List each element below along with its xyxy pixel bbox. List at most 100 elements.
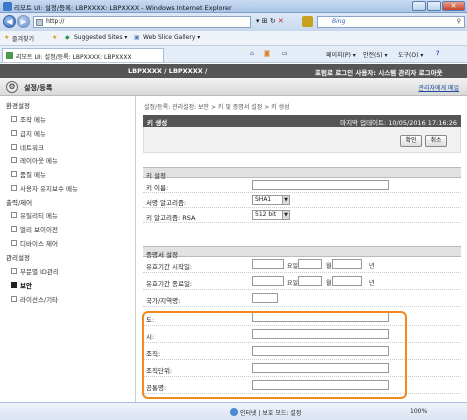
- sidebar-item-layout[interactable]: 레이아웃 메뉴: [11, 155, 58, 165]
- favorites-bar: ★ 즐겨찾기 ★ ◆ Suggested Sites ▾ ▣ Web Slice…: [0, 31, 467, 46]
- key-length-select[interactable]: 512 bit ▼: [252, 210, 290, 220]
- mail-admin-link[interactable]: 관리자에게 메일: [418, 83, 459, 92]
- unit-month: 월: [326, 280, 332, 287]
- suggested-sites-link[interactable]: Suggested Sites ▾: [74, 34, 127, 41]
- address-toolbar: ◀ ▶ http:// ▾ ⊞ ↻ ✕ Bing ⚲: [0, 13, 467, 31]
- city-label: 시:: [146, 333, 155, 341]
- ok-button[interactable]: 확인: [400, 135, 422, 147]
- tab-bar: 리모트 UI: 설정/등록: LBPXXXX: LBPXXXX ⌂ ◙ ▭ 페이…: [0, 46, 467, 63]
- favorites-star-icon: ★: [4, 34, 10, 41]
- suggested-sites-icon: ◆: [65, 34, 70, 41]
- key-name-input[interactable]: [252, 180, 389, 190]
- button-bar: 확인 취소: [143, 127, 461, 153]
- start-day-input[interactable]: [252, 259, 284, 269]
- help-menu[interactable]: ?: [436, 50, 439, 57]
- search-placeholder: Bing: [332, 18, 346, 25]
- org-input[interactable]: [252, 346, 389, 356]
- page-menu[interactable]: 페이지(P) ▾: [326, 50, 356, 59]
- window-title: 리모트 UI: 설정/등록: LBPXXXX: LBPXXXX - Window…: [14, 4, 232, 12]
- cancel-button[interactable]: 취소: [425, 135, 447, 147]
- favorites-button[interactable]: 즐겨찾기: [12, 34, 34, 43]
- org-unit-label: 조직단위:: [146, 367, 173, 375]
- search-input[interactable]: Bing ⚲: [317, 16, 465, 28]
- org-label: 조직:: [146, 350, 161, 358]
- key-settings-header: 키 설정: [143, 167, 461, 180]
- end-day-input[interactable]: [252, 276, 284, 286]
- tab-favicon: [6, 52, 13, 59]
- unit-day: 요일: [287, 263, 299, 270]
- sidebar-item-operation[interactable]: 조작 메뉴: [11, 114, 46, 124]
- home-icon[interactable]: ⌂: [250, 50, 254, 57]
- user-info[interactable]: 포럼로 로그인 사용자: 시스템 관리자 로그아웃: [315, 67, 443, 77]
- common-name-input[interactable]: [252, 380, 389, 390]
- common-name-label: 공통명:: [146, 384, 167, 392]
- state-row: 도:: [143, 310, 461, 326]
- section-title: 설정/등록: [24, 84, 53, 92]
- sidebar-item-utility[interactable]: 유틸리티 메뉴: [11, 210, 58, 220]
- state-label: 도:: [146, 316, 155, 324]
- tab-title: 리모트 UI: 설정/등록: LBPXXXX: LBPXXXX: [16, 54, 132, 61]
- org-unit-input[interactable]: [252, 363, 389, 373]
- print-icon[interactable]: ▭: [282, 50, 288, 57]
- city-input[interactable]: [252, 329, 389, 339]
- start-unused-input[interactable]: [298, 259, 322, 269]
- safety-menu[interactable]: 안전(S) ▾: [363, 50, 387, 59]
- web-slice-link[interactable]: Web Slice Gallery ▾: [143, 34, 200, 41]
- state-input[interactable]: [252, 312, 389, 322]
- country-label: 국가/지역명:: [146, 297, 181, 305]
- sidebar-item-dept-id[interactable]: 부문별 ID관리: [11, 266, 59, 276]
- sig-alg-select[interactable]: SHA1 ▼: [252, 195, 290, 205]
- key-name-row: 키 이름:: [143, 178, 461, 193]
- section-header: ⚙ 설정/등록: [0, 78, 136, 96]
- address-input[interactable]: http://: [33, 16, 251, 28]
- end-date-label: 유효기간 종료일:: [146, 280, 193, 288]
- key-length-value: 512 bit: [255, 211, 277, 218]
- settings-gear-icon: ⚙: [6, 81, 18, 93]
- start-month-input[interactable]: [332, 259, 362, 269]
- zoom-level[interactable]: 100%: [410, 408, 427, 415]
- page-title: 키 생성: [147, 119, 168, 127]
- sidebar-group: 환경설정: [6, 102, 30, 110]
- org-unit-row: 조직단위:: [143, 361, 461, 377]
- search-icon[interactable]: ⚲: [457, 17, 461, 27]
- browser-tab[interactable]: 리모트 UI: 설정/등록: LBPXXXX: LBPXXXX: [2, 48, 164, 62]
- ie-icon: [3, 2, 12, 11]
- close-button[interactable]: ✕: [442, 1, 465, 11]
- key-alg-label: 키 알고리즘: RSA: [146, 214, 196, 222]
- chevron-down-icon: ▼: [282, 196, 289, 204]
- refresh-stop-icons[interactable]: ▾ ⊞ ↻ ✕: [256, 17, 284, 25]
- sidebar-item-security[interactable]: 보안: [11, 280, 32, 290]
- page-title-bar: 키 생성 마지막 업데이트: 10/05/2016 17:16:26: [143, 115, 461, 127]
- add-favorite-icon[interactable]: ★: [52, 34, 57, 41]
- address-text: http://: [46, 18, 65, 25]
- tools-menu[interactable]: 도구(O) ▾: [398, 50, 423, 59]
- sidebar-item-paper-source[interactable]: 급지 메뉴: [11, 128, 46, 138]
- city-row: 시:: [143, 327, 461, 343]
- back-icon[interactable]: ◀: [3, 15, 16, 28]
- end-month-input[interactable]: [332, 276, 362, 286]
- web-slice-icon: ▣: [134, 34, 140, 41]
- page-icon: [36, 19, 43, 26]
- sidebar-item-quality[interactable]: 품질 메뉴: [11, 169, 46, 179]
- sidebar-group: 관리설정: [6, 254, 30, 262]
- sidebar-item-mailbox[interactable]: 멀리 보이이전: [11, 224, 58, 234]
- unit-year: 년: [369, 280, 375, 287]
- feeds-icon[interactable]: ◙: [264, 50, 270, 57]
- cert-settings-header: 증명서 설정: [143, 246, 461, 259]
- sidebar: 환경설정 조작 메뉴 급지 메뉴 네트워크 레이아웃 메뉴 품질 메뉴 사용자 …: [0, 96, 136, 402]
- country-input[interactable]: [252, 293, 278, 303]
- common-name-row: 공통명:: [143, 378, 461, 394]
- sidebar-item-device-control[interactable]: 디바이스 제어: [11, 238, 58, 248]
- forward-icon[interactable]: ▶: [17, 15, 30, 28]
- unit-year: 년: [369, 263, 375, 270]
- sig-alg-value: SHA1: [255, 196, 272, 203]
- end-date-row: 유효기간 종료일: 요일 월 년: [143, 274, 461, 290]
- end-unused-input[interactable]: [298, 276, 322, 286]
- main-content: 설정/등록: 관리설정: 보안 > 키 및 증명서 설정 > 키 생성 키 생성…: [137, 96, 467, 402]
- minimize-button[interactable]: [412, 1, 426, 11]
- sidebar-item-maintenance[interactable]: 사용자 유지보수 메뉴: [11, 183, 78, 193]
- sidebar-item-license[interactable]: 라이선스/기타: [10, 294, 58, 304]
- sidebar-item-network[interactable]: 네트워크: [11, 142, 44, 152]
- maximize-button[interactable]: [427, 1, 441, 11]
- device-name: LBPXXXX / LBPXXXX /: [128, 67, 208, 75]
